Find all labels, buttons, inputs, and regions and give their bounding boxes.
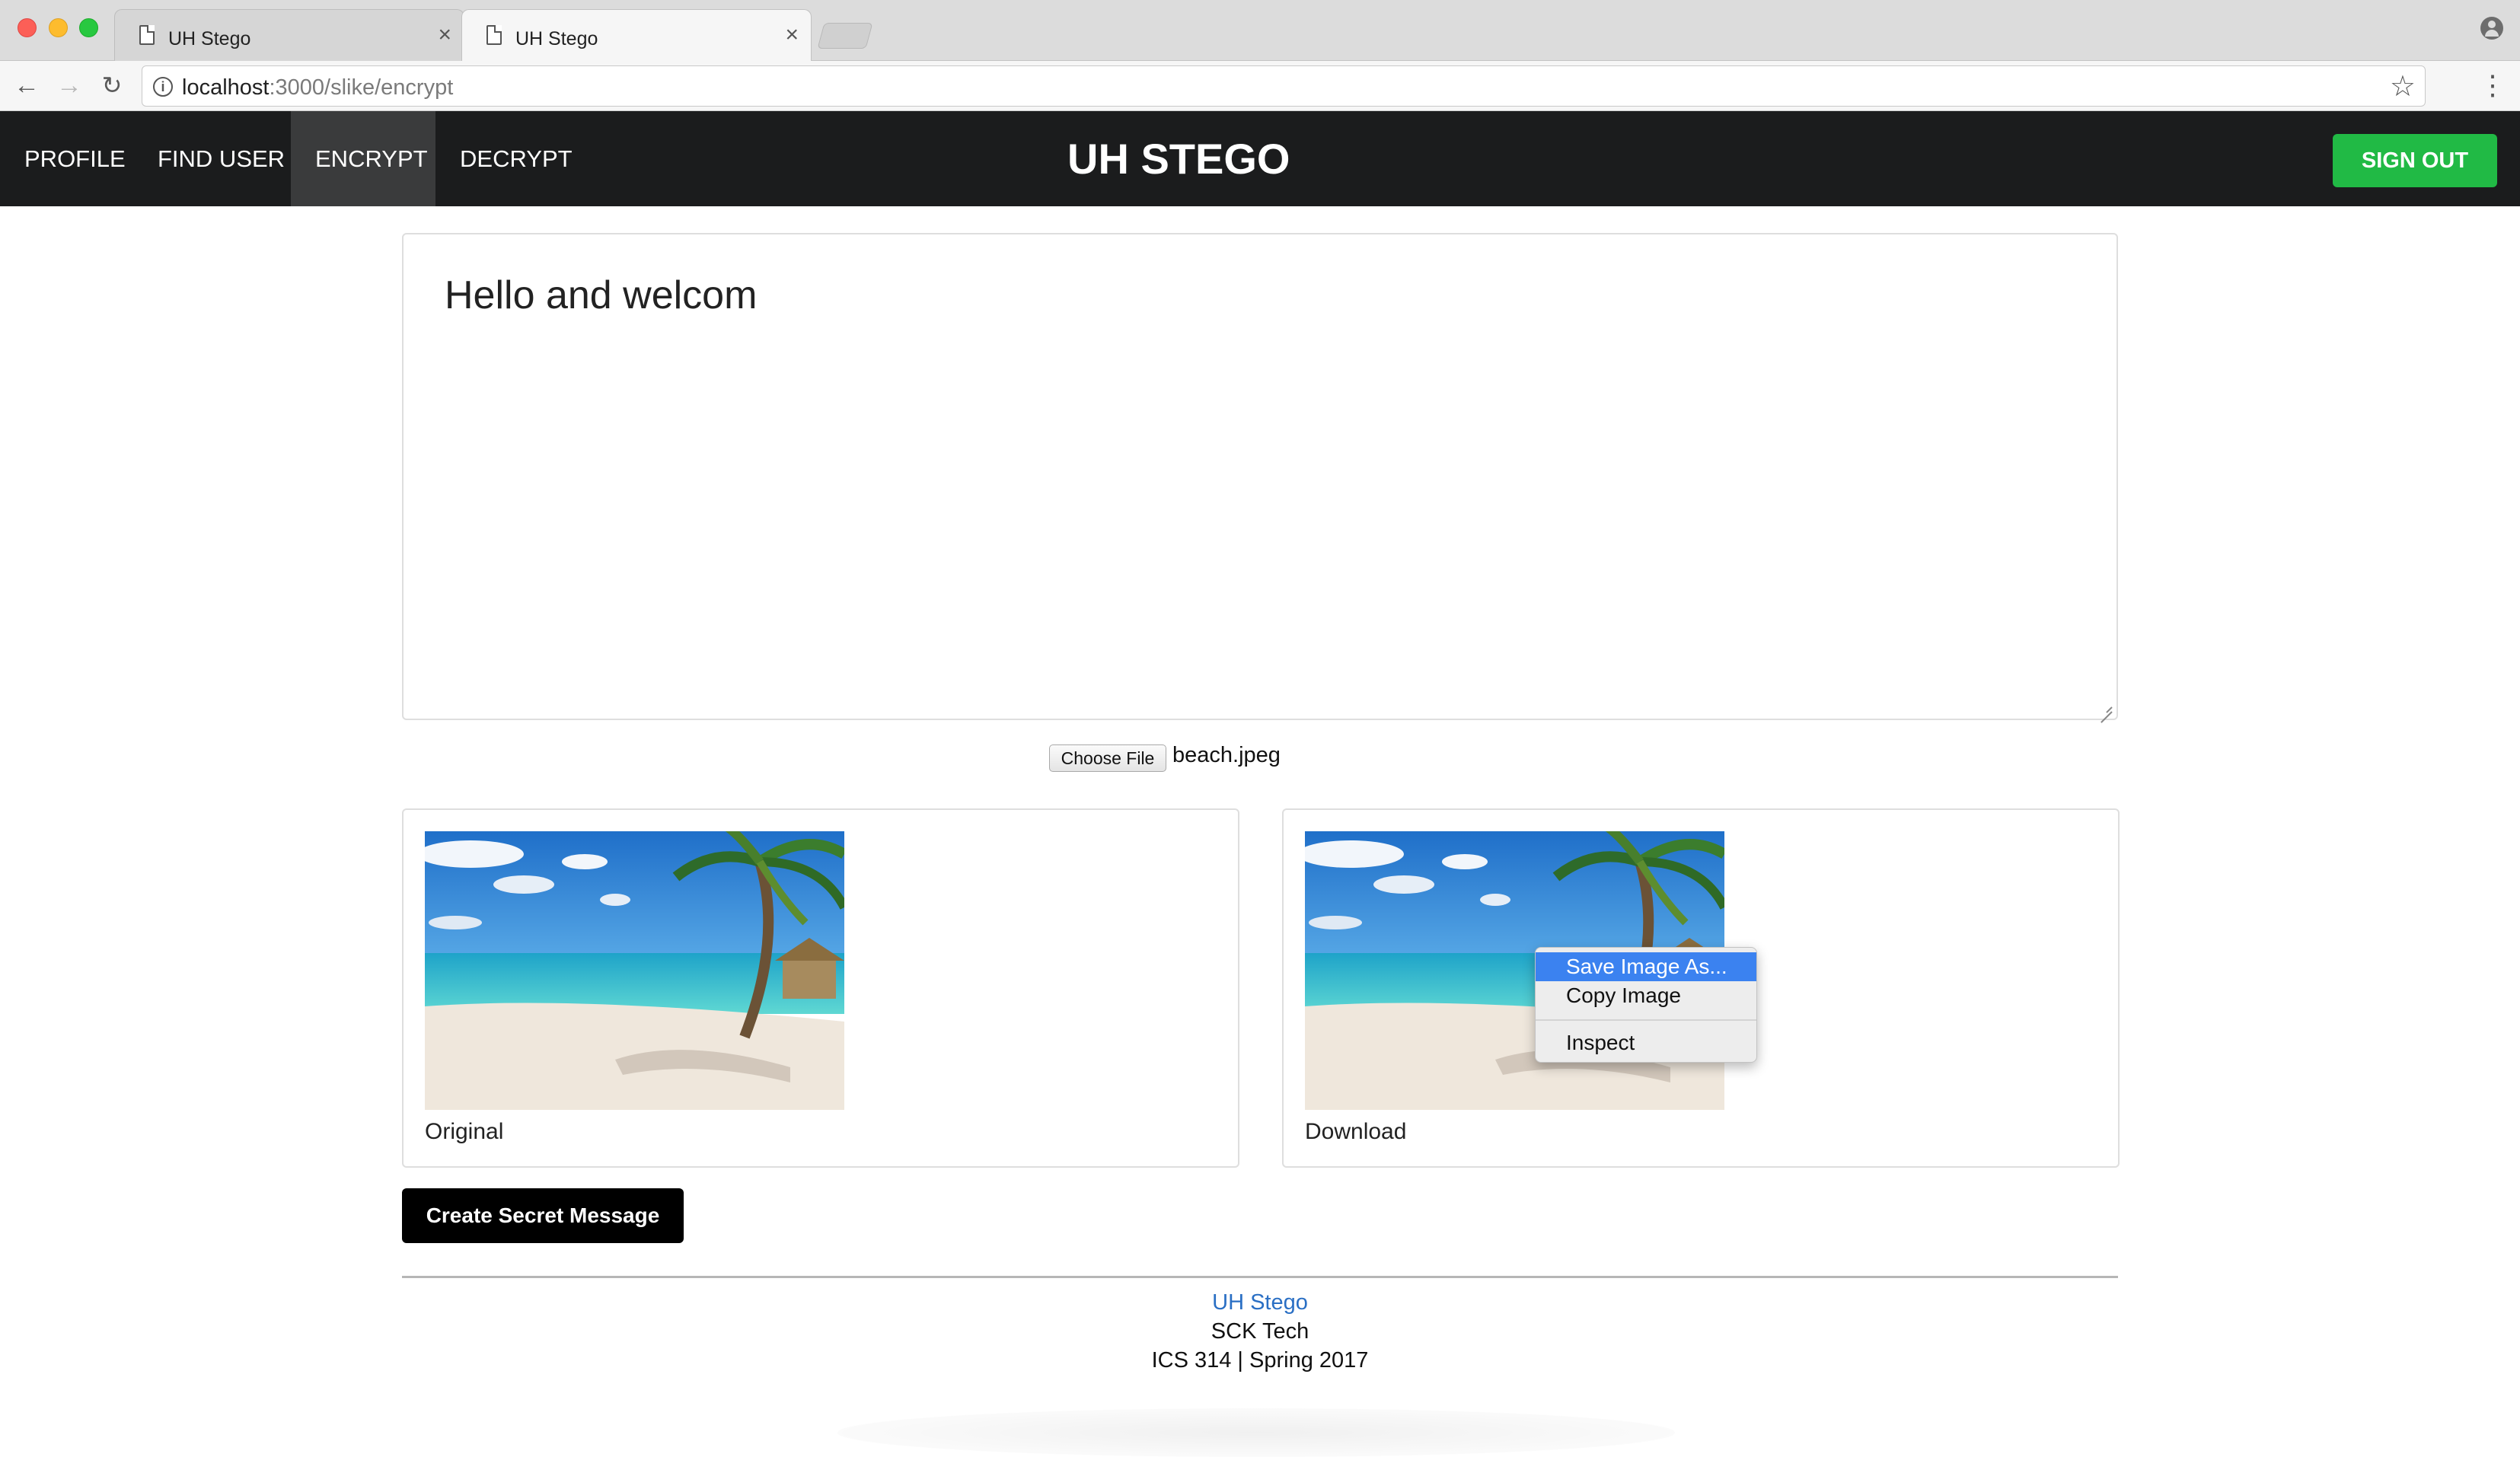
menu-item-inspect[interactable]: Inspect (1536, 1028, 1756, 1057)
browser-menu-icon[interactable]: ⋮ (2479, 69, 2506, 102)
original-caption: Original (425, 1119, 504, 1144)
close-window-button[interactable] (18, 18, 37, 37)
message-text: Hello and welcom (445, 273, 758, 317)
browser-tab-1[interactable]: UH Stego × (114, 9, 464, 61)
back-arrow-icon[interactable]: ← (11, 70, 43, 102)
tab-title: UH Stego (515, 28, 598, 49)
url-host: localhost (182, 75, 270, 100)
nav-item-find-user[interactable]: FIND USER (133, 111, 309, 206)
forward-arrow-icon[interactable]: → (53, 70, 85, 102)
footer-link[interactable]: UH Stego (402, 1288, 2118, 1317)
app-navbar: PROFILE FIND USER ENCRYPT DECRYPT UH STE… (0, 111, 2520, 206)
browser-tabstrip: UH Stego × UH Stego × (0, 0, 2520, 62)
menu-item-save-image-as[interactable]: Save Image As... (1536, 952, 1756, 981)
browser-tab-2[interactable]: UH Stego × (461, 9, 812, 62)
url-path: :3000/slike/encrypt (269, 75, 454, 100)
footer-course: ICS 314 | Spring 2017 (1151, 1348, 1369, 1373)
info-icon[interactable]: i (153, 77, 173, 97)
maximize-window-button[interactable] (79, 18, 98, 37)
secret-message-textarea[interactable]: Hello and welcom (402, 233, 2118, 720)
menu-separator (1536, 1019, 1756, 1021)
tab-title: UH Stego (168, 28, 251, 49)
footer: UH Stego SCK Tech ICS 314 | Spring 2017 (402, 1288, 2118, 1375)
nav-item-encrypt[interactable]: ENCRYPT (291, 111, 435, 206)
page-icon (139, 25, 155, 45)
url-text: localhost:3000/slike/encrypt (182, 75, 453, 100)
create-secret-message-button[interactable]: Create Secret Message (402, 1188, 684, 1243)
nav-item-decrypt[interactable]: DECRYPT (435, 111, 597, 206)
close-tab-icon[interactable]: × (785, 24, 799, 46)
selected-file-name: beach.jpeg (1172, 743, 1281, 767)
download-caption: Download (1305, 1119, 1407, 1144)
address-bar[interactable]: i localhost:3000/slike/encrypt ☆ (142, 65, 2426, 107)
footer-divider (402, 1276, 2118, 1278)
image-context-menu: Save Image As... Copy Image Inspect (1535, 947, 1757, 1063)
browser-toolbar: ← → ↻ i localhost:3000/slike/encrypt ☆ ⋮ (0, 61, 2520, 111)
resize-handle-icon[interactable] (2098, 702, 2112, 716)
close-tab-icon[interactable]: × (438, 24, 451, 46)
footer-team: SCK Tech (1211, 1319, 1309, 1344)
sign-out-button[interactable]: SIGN OUT (2333, 134, 2497, 187)
brand-title: UH STEGO (1067, 135, 1290, 183)
nav-item-profile[interactable]: PROFILE (0, 111, 150, 206)
minimize-window-button[interactable] (49, 18, 68, 37)
original-beach-image[interactable] (425, 831, 844, 1110)
new-tab-button[interactable] (817, 23, 873, 49)
original-image-card: Original (402, 808, 1239, 1168)
profile-icon[interactable] (2480, 17, 2503, 40)
bookmark-star-icon[interactable]: ☆ (2390, 69, 2416, 104)
reload-icon[interactable]: ↻ (96, 70, 128, 102)
page-icon (486, 25, 502, 45)
choose-file-button[interactable]: Choose File (1049, 744, 1166, 772)
bottom-shadow (837, 1408, 1675, 1457)
menu-item-copy-image[interactable]: Copy Image (1536, 981, 1756, 1010)
